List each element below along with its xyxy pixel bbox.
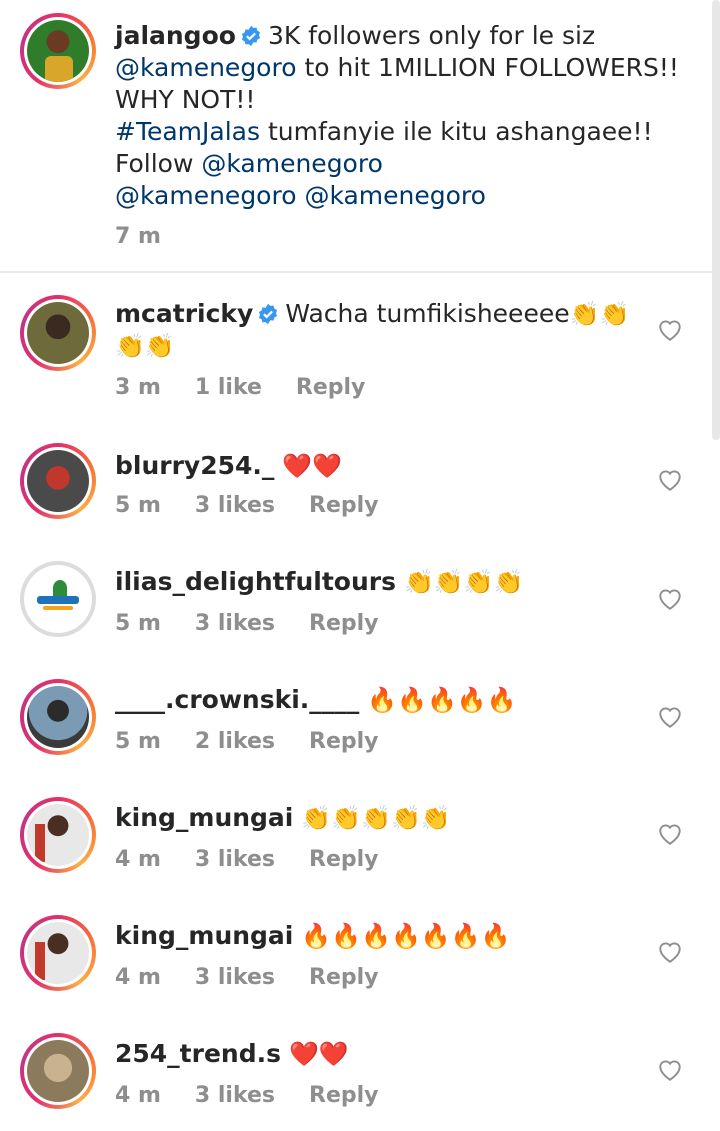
avatar[interactable] [20,561,96,637]
avatar[interactable] [20,1033,96,1109]
comment-username[interactable]: 254_trend.s [115,1039,281,1068]
comment-time: 4 m [115,1083,161,1108]
heart-icon[interactable] [657,822,683,846]
divider [0,271,712,273]
avatar[interactable] [20,915,96,991]
comment-time: 3 m [115,375,161,400]
caption-avatar[interactable] [20,13,96,89]
verified-badge-icon [241,25,261,47]
caption-line-2: to hit 1MILLION FOLLOWERS!! [304,53,679,82]
comment-likes[interactable]: 3 likes [195,611,275,636]
heart-icon[interactable] [657,587,683,611]
verified-badge-icon [259,303,278,325]
scrollbar[interactable] [712,0,720,440]
comment-text: Wacha tumfikisheeeee [285,299,570,328]
mention-link[interactable]: @kamenegoro [115,53,297,82]
reply-button[interactable]: Reply [309,965,379,990]
heart-icon[interactable] [657,940,683,964]
comment-username[interactable]: ilias_delightfultours [115,567,396,596]
heart-icon[interactable] [657,705,683,729]
comment-username[interactable]: ____.crownski.____ [115,685,359,714]
heart-icon[interactable] [657,1058,683,1082]
comment-time: 4 m [115,965,161,990]
mention-link[interactable]: @kamenegoro [201,149,383,178]
comment-time: 5 m [115,493,161,518]
comment-username[interactable]: king_mungai [115,921,293,950]
avatar[interactable] [20,443,96,519]
fire-emoji: 🔥🔥🔥🔥🔥🔥🔥 [301,922,511,950]
clap-emoji: 👏👏👏👏 [403,568,524,596]
comment-likes[interactable]: 3 likes [195,493,275,518]
reply-button[interactable]: Reply [309,729,379,754]
caption-line-4: tumfanyie ile kitu ashangaee!! [267,117,653,146]
caption-line-5: Follow [115,149,194,178]
reply-button[interactable]: Reply [309,1083,379,1108]
comment-likes[interactable]: 3 likes [195,1083,275,1108]
hashtag-link[interactable]: #TeamJalas [115,117,260,146]
heart-emoji: ❤️❤️ [288,1040,349,1068]
comment-time: 5 m [115,611,161,636]
comment-username[interactable]: mcatricky [115,299,253,328]
heart-emoji: ❤️❤️ [282,452,343,480]
avatar[interactable] [20,295,96,371]
comment-username[interactable]: blurry254._ [115,451,274,480]
heart-icon[interactable] [657,318,683,342]
caption-time: 7 m [115,224,161,249]
caption-username[interactable]: jalangoo [115,21,236,50]
comment-likes[interactable]: 2 likes [195,729,275,754]
comment-likes[interactable]: 3 likes [195,965,275,990]
post-caption: jalangoo 3K followers only for le siz @ka… [0,0,712,272]
caption-line-1: 3K followers only for le siz [267,21,596,50]
avatar[interactable] [20,679,96,755]
clap-emoji: 👏👏👏👏👏 [301,804,451,832]
mentions-line[interactable]: @kamenegoro @kamenegoro [115,180,695,212]
avatar[interactable] [20,797,96,873]
reply-button[interactable]: Reply [309,493,379,518]
comment-likes[interactable]: 3 likes [195,847,275,872]
reply-button[interactable]: Reply [309,611,379,636]
caption-line-3: WHY NOT!! [115,85,256,114]
fire-emoji: 🔥🔥🔥🔥🔥 [367,686,517,714]
heart-icon[interactable] [657,468,683,492]
reply-button[interactable]: Reply [296,375,366,400]
comment-time: 5 m [115,729,161,754]
caption-text: jalangoo 3K followers only for le siz @ka… [115,20,695,212]
comment-likes[interactable]: 1 like [195,375,262,400]
comment-time: 4 m [115,847,161,872]
reply-button[interactable]: Reply [309,847,379,872]
comment-username[interactable]: king_mungai [115,803,293,832]
